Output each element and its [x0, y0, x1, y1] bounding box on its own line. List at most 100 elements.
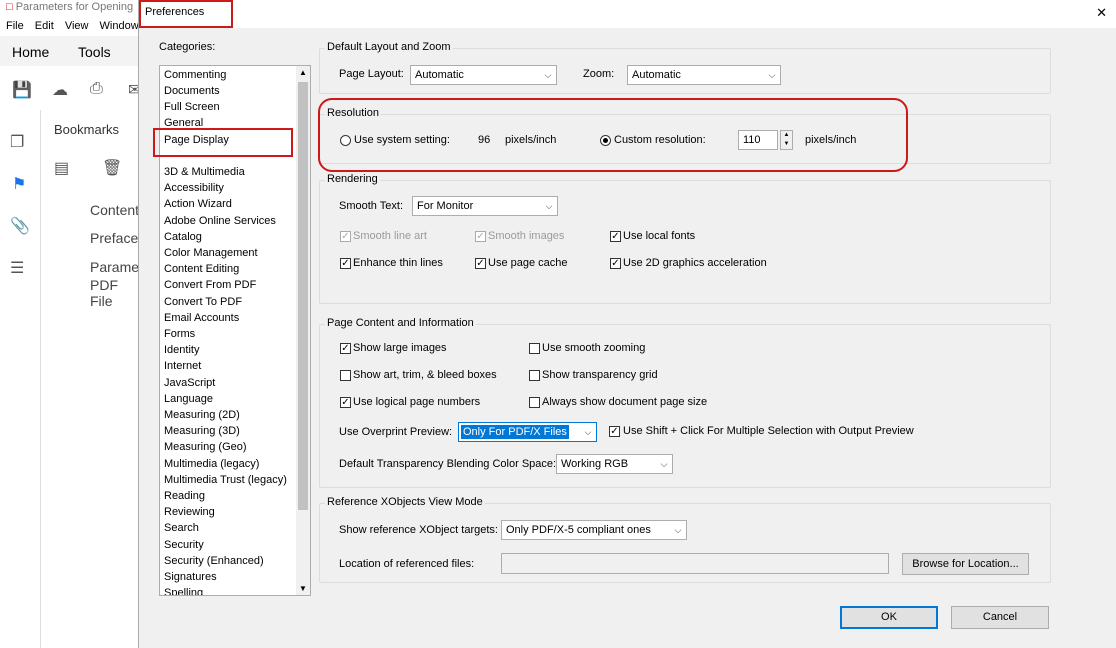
show-art-trim-checkbox[interactable]	[340, 370, 351, 381]
highlight-resolution	[318, 98, 908, 172]
show-transparency-grid-checkbox[interactable]	[529, 370, 540, 381]
menu-window[interactable]: Window	[100, 20, 139, 32]
tab-tools[interactable]: Tools	[78, 44, 111, 60]
app-tab-bar: Home Tools	[0, 36, 140, 66]
show-large-images-checkbox[interactable]: ✓	[340, 343, 351, 354]
list-item[interactable]: Email Accounts	[164, 312, 239, 324]
list-item[interactable]: 3D & Multimedia	[164, 166, 245, 178]
list-item[interactable]: Documents	[164, 85, 220, 97]
list-item[interactable]: Measuring (3D)	[164, 425, 240, 437]
list-item[interactable]: Full Screen	[164, 101, 220, 113]
overprint-select[interactable]: Only For PDF/X Files ⌵	[458, 422, 597, 442]
list-item[interactable]: Color Management	[164, 247, 258, 259]
list-item[interactable]: Signatures	[164, 571, 217, 583]
menu-edit[interactable]: Edit	[35, 20, 54, 32]
use-2d-accel-label: Use 2D graphics acceleration	[623, 257, 767, 269]
highlight-page-display	[153, 128, 293, 157]
smooth-images-label: Smooth images	[488, 230, 565, 242]
list-item[interactable]: Multimedia Trust (legacy)	[164, 474, 287, 486]
list-item[interactable]: Action Wizard	[164, 198, 232, 210]
print-icon[interactable]: ⎙	[90, 80, 103, 98]
page-layout-label: Page Layout:	[339, 68, 404, 80]
show-targets-select[interactable]: Only PDF/X-5 compliant ones ⌵	[501, 520, 687, 540]
enhance-thin-lines-checkbox[interactable]: ✓	[340, 258, 351, 269]
use-2d-accel-checkbox[interactable]: ✓	[610, 258, 621, 269]
upload-cloud-icon[interactable]: ☁	[52, 80, 68, 100]
list-item[interactable]: Convert To PDF	[164, 296, 242, 308]
scroll-down-icon[interactable]: ▼	[299, 584, 307, 593]
use-page-cache-checkbox[interactable]: ✓	[475, 258, 486, 269]
always-show-page-size-checkbox[interactable]	[529, 397, 540, 408]
app-toolbar: 💾 ☁ ⎙ ✉	[0, 76, 141, 106]
menu-file[interactable]: File	[6, 20, 24, 32]
list-item[interactable]: Identity	[164, 344, 199, 356]
list-item[interactable]: Convert From PDF	[164, 279, 256, 291]
use-smooth-zooming-label: Use smooth zooming	[542, 342, 646, 354]
use-smooth-zooming-checkbox[interactable]	[529, 343, 540, 354]
list-item[interactable]: Search	[164, 522, 199, 534]
zoom-select[interactable]: Automatic ⌵	[627, 65, 781, 85]
list-item[interactable]: Reading	[164, 490, 205, 502]
blending-select[interactable]: Working RGB ⌵	[556, 454, 673, 474]
use-local-fonts-checkbox[interactable]: ✓	[610, 231, 621, 242]
list-item[interactable]: Catalog	[164, 231, 202, 243]
list-item[interactable]: Security (Enhanced)	[164, 555, 264, 567]
location-input[interactable]	[501, 553, 889, 574]
bookmark-icon[interactable]: ⚑	[12, 174, 26, 194]
tab-home[interactable]: Home	[12, 44, 49, 60]
list-item[interactable]: Measuring (Geo)	[164, 441, 247, 453]
list-item[interactable]: Content Editing	[164, 263, 239, 275]
list-item[interactable]: Commenting	[164, 69, 226, 81]
chevron-down-icon: ⌵	[660, 458, 668, 469]
list-item[interactable]: Multimedia (legacy)	[164, 458, 259, 470]
bookmark-item[interactable]: Paramet	[90, 259, 143, 275]
list-item[interactable]: Reviewing	[164, 506, 215, 518]
list-item[interactable]: Accessibility	[164, 182, 224, 194]
browse-location-button[interactable]: Browse for Location...	[902, 553, 1029, 575]
bookmark-item: PDF File	[90, 277, 118, 309]
list-item[interactable]: JavaScript	[164, 377, 215, 389]
list-item[interactable]: Forms	[164, 328, 195, 340]
show-targets-label: Show reference XObject targets:	[339, 524, 498, 536]
smooth-images-checkbox: ✓	[475, 231, 486, 242]
layout-zoom-title: Default Layout and Zoom	[325, 41, 453, 53]
delete-icon[interactable]: 🗑	[102, 158, 122, 178]
use-logical-page-numbers-checkbox[interactable]: ✓	[340, 397, 351, 408]
list-item[interactable]: Security	[164, 539, 204, 551]
pages-icon[interactable]: ❐	[10, 132, 24, 152]
ok-button[interactable]: OK	[840, 606, 938, 629]
layers-icon[interactable]: ☰	[10, 258, 24, 278]
scrollbar[interactable]: ▲ ▼	[296, 66, 310, 595]
page-layout-select[interactable]: Automatic ⌵	[410, 65, 557, 85]
bookmarks-heading: Bookmarks	[54, 122, 120, 137]
list-item[interactable]: Language	[164, 393, 213, 405]
use-local-fonts-label: Use local fonts	[623, 230, 696, 242]
enhance-thin-lines-label: Enhance thin lines	[353, 257, 443, 269]
show-transparency-grid-label: Show transparency grid	[542, 369, 658, 381]
blending-label: Default Transparency Blending Color Spac…	[339, 458, 557, 470]
smooth-line-art-checkbox: ✓	[340, 231, 351, 242]
shift-click-checkbox[interactable]: ✓	[609, 426, 620, 437]
chevron-down-icon: ⌵	[544, 69, 552, 80]
menu-view[interactable]: View	[65, 20, 89, 32]
cancel-button[interactable]: Cancel	[951, 606, 1049, 629]
shift-click-label: Use Shift + Click For Multiple Selection…	[623, 425, 914, 437]
smooth-text-select[interactable]: For Monitor ⌵	[412, 196, 558, 216]
list-item[interactable]: Adobe Online Services	[164, 215, 276, 227]
bookmark-item[interactable]: Content	[90, 202, 139, 218]
bookmark-item[interactable]: Preface	[90, 230, 138, 246]
list-item[interactable]: Spelling	[164, 587, 203, 595]
highlight-dialog-title	[139, 0, 233, 28]
options-icon[interactable]: ▤	[54, 158, 69, 178]
zoom-label: Zoom:	[583, 68, 615, 80]
list-item[interactable]: Internet	[164, 360, 201, 372]
attachment-icon[interactable]: 📎	[10, 216, 30, 236]
list-item[interactable]: Measuring (2D)	[164, 409, 240, 421]
save-icon[interactable]: 💾	[12, 80, 32, 100]
close-icon[interactable]: ✕	[1096, 5, 1107, 21]
scroll-up-icon[interactable]: ▲	[299, 68, 307, 77]
always-show-page-size-label: Always show document page size	[542, 396, 708, 408]
app-menu-bar: File Edit View Window	[6, 20, 147, 32]
chevron-down-icon: ⌵	[584, 426, 592, 437]
scrollbar-thumb[interactable]	[298, 82, 308, 510]
